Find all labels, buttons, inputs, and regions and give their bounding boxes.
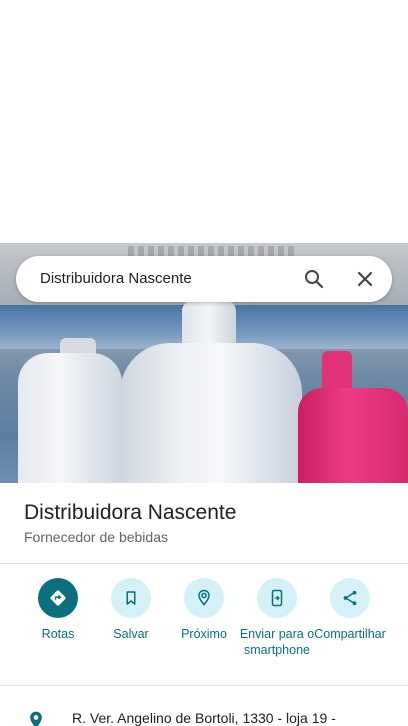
share-icon: [330, 578, 370, 618]
photo-bottle-pink-neck: [322, 351, 352, 393]
location-pin-icon: [30, 711, 42, 726]
directions-button[interactable]: Rotas: [19, 578, 97, 642]
bookmark-icon: [111, 578, 151, 618]
close-icon[interactable]: [353, 267, 377, 291]
directions-label: Rotas: [41, 627, 75, 641]
search-icon[interactable]: [302, 267, 326, 291]
action-bar: Rotas Salvar Próximo Enviar para o smart…: [0, 578, 408, 678]
nearby-icon: [184, 578, 224, 618]
send-to-phone-button[interactable]: Enviar para o smartphone: [238, 578, 316, 658]
directions-icon: [38, 578, 78, 618]
divider: [0, 685, 408, 686]
place-category: Fornecedor de bebidas: [24, 529, 168, 545]
divider: [0, 563, 408, 564]
share-label: Compartilhar: [314, 627, 386, 641]
nearby-label: Próximo: [181, 627, 227, 641]
map-blank-area: [0, 0, 408, 243]
place-title: Distribuidora Nascente: [24, 501, 237, 524]
send-to-phone-label: Enviar para o smartphone: [239, 627, 315, 657]
send-to-phone-icon: [257, 578, 297, 618]
photo-bottle-center: [120, 343, 302, 483]
search-input[interactable]: Distribuidora Nascente: [40, 270, 192, 287]
share-button[interactable]: Compartilhar: [311, 578, 389, 642]
save-label: Salvar: [113, 627, 149, 641]
photo-bottle-left: [18, 353, 122, 483]
address-text[interactable]: R. Ver. Angelino de Bortoli, 1330 - loja…: [72, 710, 336, 726]
nearby-button[interactable]: Próximo: [165, 578, 243, 642]
search-bar[interactable]: Distribuidora Nascente: [16, 256, 392, 302]
save-button[interactable]: Salvar: [92, 578, 170, 642]
photo-bottle-pink: [298, 388, 408, 483]
